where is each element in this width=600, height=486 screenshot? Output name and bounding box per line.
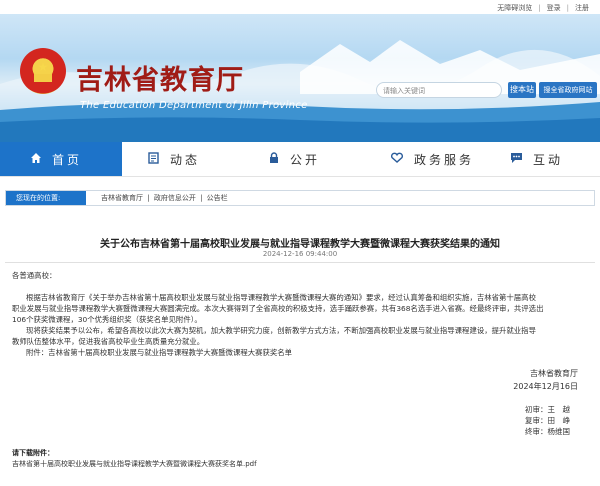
article-paragraph-1: 根据吉林省教育厅《关于举办吉林省第十届高校职业发展与就业指导课程教学大赛暨微课程… bbox=[12, 293, 544, 324]
approvers: 初审：王 越 复审：田 峥 终审：杨维国 bbox=[525, 404, 570, 437]
download-label: 请下载附件： bbox=[12, 449, 54, 457]
breadcrumb-separator: | bbox=[200, 194, 203, 202]
accessibility-link[interactable]: 无障碍浏览 bbox=[494, 4, 535, 12]
download-file-link[interactable]: 吉林省第十届高校职业发展与就业指导课程教学大赛暨微课程大赛获奖名单.pdf bbox=[12, 459, 257, 469]
site-title: 吉林省教育厅 bbox=[76, 65, 244, 96]
article-date: 2024-12-16 09:44:00 bbox=[262, 250, 338, 258]
header-banner: ★ 吉林省教育厅 The Education Department of Jil… bbox=[0, 14, 600, 142]
signature-org: 吉林省教育厅 bbox=[530, 369, 578, 378]
news-icon bbox=[148, 143, 160, 177]
breadcrumb-item[interactable]: 政府信息公开 bbox=[154, 194, 196, 202]
breadcrumb-separator: | bbox=[147, 194, 150, 202]
national-emblem-icon: ★ bbox=[20, 48, 66, 94]
nav-item-home[interactable]: 首页 bbox=[0, 142, 122, 176]
location-bar: 您现在的位置: 吉林省教育厅 | 政府信息公开 | 公告栏 bbox=[5, 190, 595, 206]
approver-row: 终审：杨维国 bbox=[525, 427, 570, 436]
site-title-en: The Education Department of Jilin Provin… bbox=[80, 100, 308, 111]
breadcrumb: 吉林省教育厅 | 政府信息公开 | 公告栏 bbox=[101, 191, 230, 205]
search-province-button[interactable]: 搜全省政府网站 bbox=[539, 82, 597, 98]
separator: | bbox=[566, 4, 569, 12]
login-link[interactable]: 登录 bbox=[544, 4, 564, 12]
breadcrumb-item[interactable]: 公告栏 bbox=[207, 194, 228, 202]
search-site-button[interactable]: 搜本站 bbox=[508, 82, 536, 98]
breadcrumb-item[interactable]: 吉林省教育厅 bbox=[101, 194, 143, 202]
article-attachment-note: 附件：吉林省第十届高校职业发展与就业指导课程教学大赛暨微课程大赛获奖名单 bbox=[26, 348, 293, 357]
lock-icon bbox=[268, 143, 280, 177]
main-nav: 首页 动态 公开 政务服务 互动 bbox=[0, 142, 600, 177]
article-title: 关于公布吉林省第十届高校职业发展与就业指导课程教学大赛暨微课程大赛获奖结果的通知 bbox=[100, 239, 500, 250]
greeting: 各普通高校： bbox=[12, 271, 57, 280]
chat-icon bbox=[510, 143, 523, 177]
article-paragraph-2: 现将获奖结果予以公布，希望各高校以此次大赛为契机，加大教学研究力度，创新教学方式… bbox=[12, 326, 536, 346]
approver-row: 初审：王 越 bbox=[525, 405, 570, 414]
divider bbox=[5, 262, 595, 263]
location-label: 您现在的位置: bbox=[6, 191, 86, 205]
top-utility-bar: 无障碍浏览 | 登录 | 注册 bbox=[0, 0, 600, 14]
home-icon bbox=[30, 143, 42, 177]
signature-date: 2024年12月16日 bbox=[513, 382, 578, 391]
nav-item-open[interactable]: 公开 bbox=[268, 142, 378, 176]
register-link[interactable]: 注册 bbox=[572, 4, 592, 12]
nav-item-news[interactable]: 动态 bbox=[148, 142, 258, 176]
utility-links: 无障碍浏览 | 登录 | 注册 bbox=[494, 3, 592, 13]
heart-hand-icon bbox=[390, 143, 404, 177]
nav-item-interact[interactable]: 互动 bbox=[510, 142, 600, 176]
separator: | bbox=[538, 4, 541, 12]
nav-item-services[interactable]: 政务服务 bbox=[390, 142, 505, 176]
approver-row: 复审：田 峥 bbox=[525, 416, 570, 425]
search-input[interactable]: 请输入关键词 bbox=[376, 82, 502, 98]
